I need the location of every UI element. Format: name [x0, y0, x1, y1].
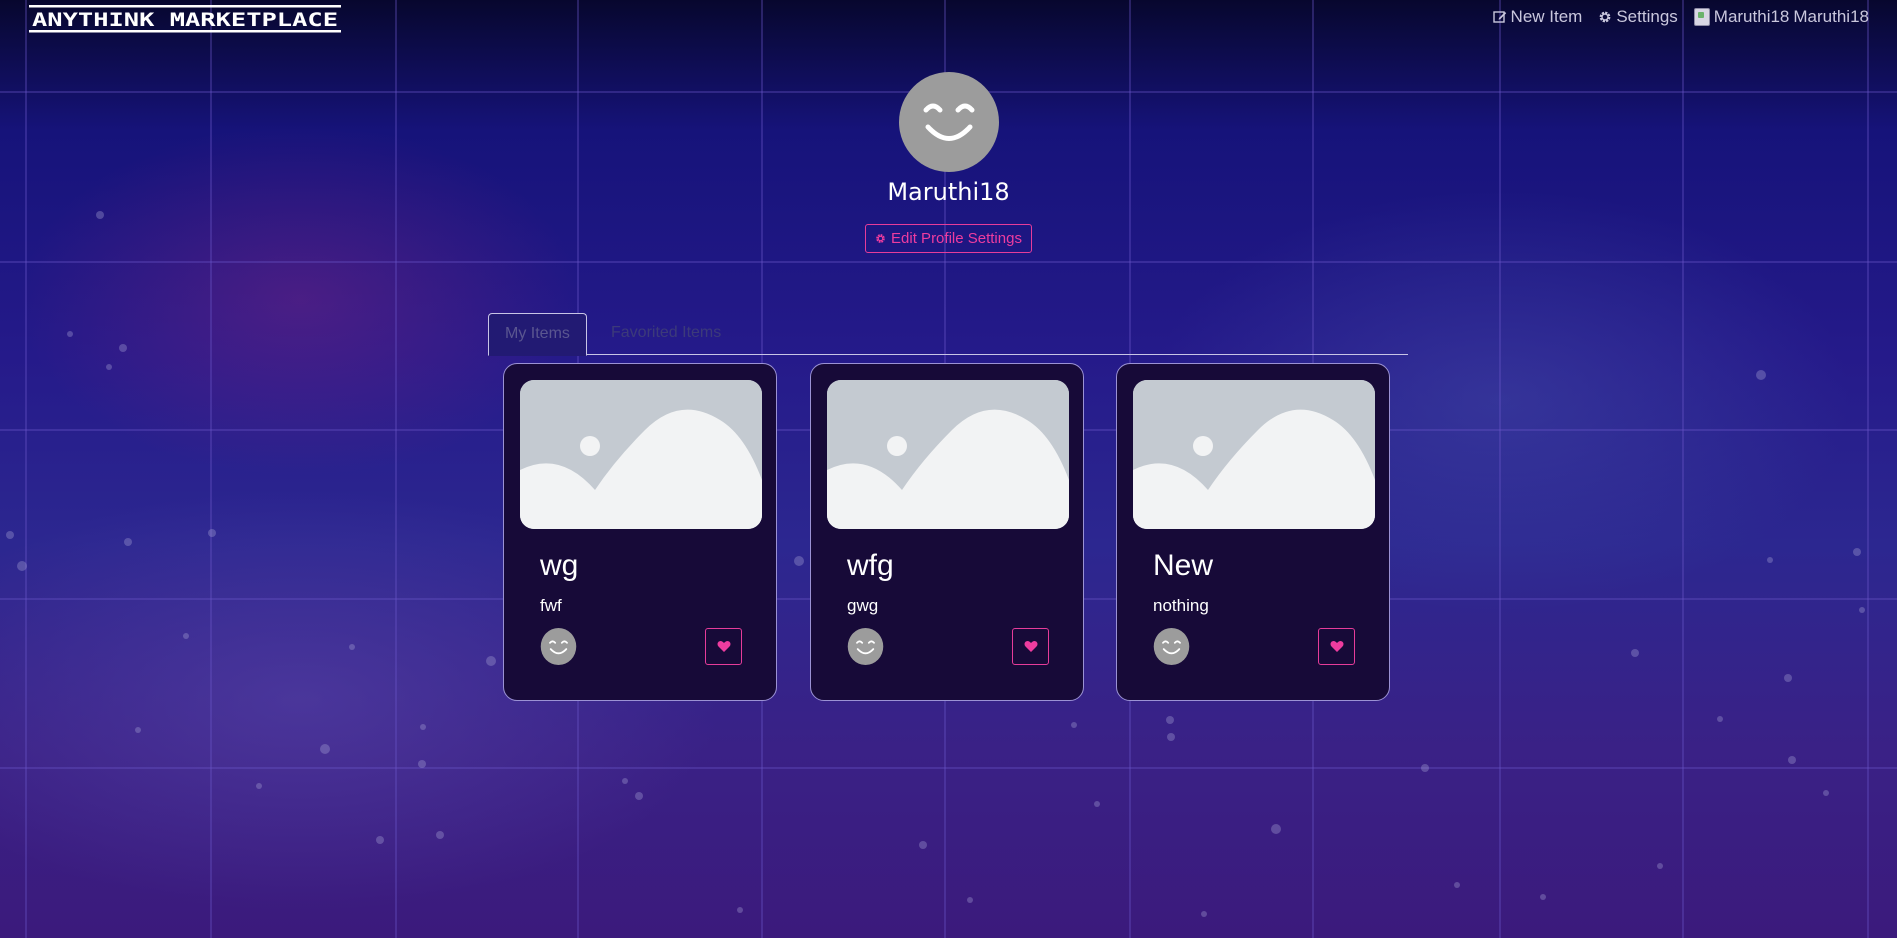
image-placeholder-icon	[520, 380, 762, 529]
logo[interactable]: ANYTHINK MARKETPLACE	[29, 4, 341, 34]
item-title[interactable]: wfg	[847, 549, 894, 583]
nav-settings-label: Settings	[1616, 7, 1678, 26]
image-placeholder-icon	[827, 380, 1069, 529]
favorite-button[interactable]	[1012, 628, 1049, 665]
image-placeholder-icon	[1133, 380, 1375, 529]
gear-icon	[1599, 11, 1611, 23]
item-card[interactable]: wfg gwg	[810, 363, 1084, 701]
user-avatar-broken-image	[1693, 8, 1710, 26]
item-title[interactable]: New	[1153, 549, 1213, 583]
edit-profile-settings-button[interactable]: Edit Profile Settings	[865, 224, 1032, 253]
top-nav: New Item Settings Maruthi18 Maruthi18	[1492, 7, 1869, 27]
seller-avatar[interactable]	[1153, 628, 1190, 665]
nav-user-profile[interactable]: Maruthi18 Maruthi18	[1693, 7, 1869, 27]
favorite-button[interactable]	[705, 628, 742, 665]
item-description: fwf	[540, 596, 562, 615]
nav-new-item-label: New Item	[1510, 7, 1583, 26]
profile-avatar	[898, 72, 999, 172]
nav-settings[interactable]: Settings	[1598, 7, 1678, 27]
profile-username: Maruthi18	[887, 178, 1010, 206]
item-title[interactable]: wg	[540, 549, 578, 583]
profile-header: Maruthi18 Edit Profile Settings	[0, 72, 1897, 253]
logo-text: ANYTHINK MARKETPLACE	[32, 9, 338, 31]
gear-icon	[876, 234, 885, 243]
item-description: nothing	[1153, 596, 1209, 615]
item-description: gwg	[847, 596, 879, 615]
item-tabs: My Items Favorited Items	[488, 313, 1408, 356]
tab-favorited-items[interactable]: Favorited Items	[595, 313, 737, 354]
heart-icon	[1330, 640, 1343, 652]
tab-my-items[interactable]: My Items	[488, 313, 587, 356]
favorite-button[interactable]	[1318, 628, 1355, 665]
seller-avatar[interactable]	[540, 628, 577, 665]
item-card[interactable]: wg fwf	[503, 363, 777, 701]
nav-new-item[interactable]: New Item	[1492, 7, 1583, 27]
seller-avatar[interactable]	[847, 628, 884, 665]
heart-icon	[1024, 640, 1037, 652]
edit-icon	[1492, 11, 1506, 23]
heart-icon	[717, 640, 730, 652]
item-card[interactable]: New nothing	[1116, 363, 1390, 701]
nav-username: Maruthi18	[1793, 7, 1869, 26]
edit-profile-settings-label: Edit Profile Settings	[891, 230, 1022, 247]
nav-user-alt-text: Maruthi18	[1713, 7, 1790, 26]
